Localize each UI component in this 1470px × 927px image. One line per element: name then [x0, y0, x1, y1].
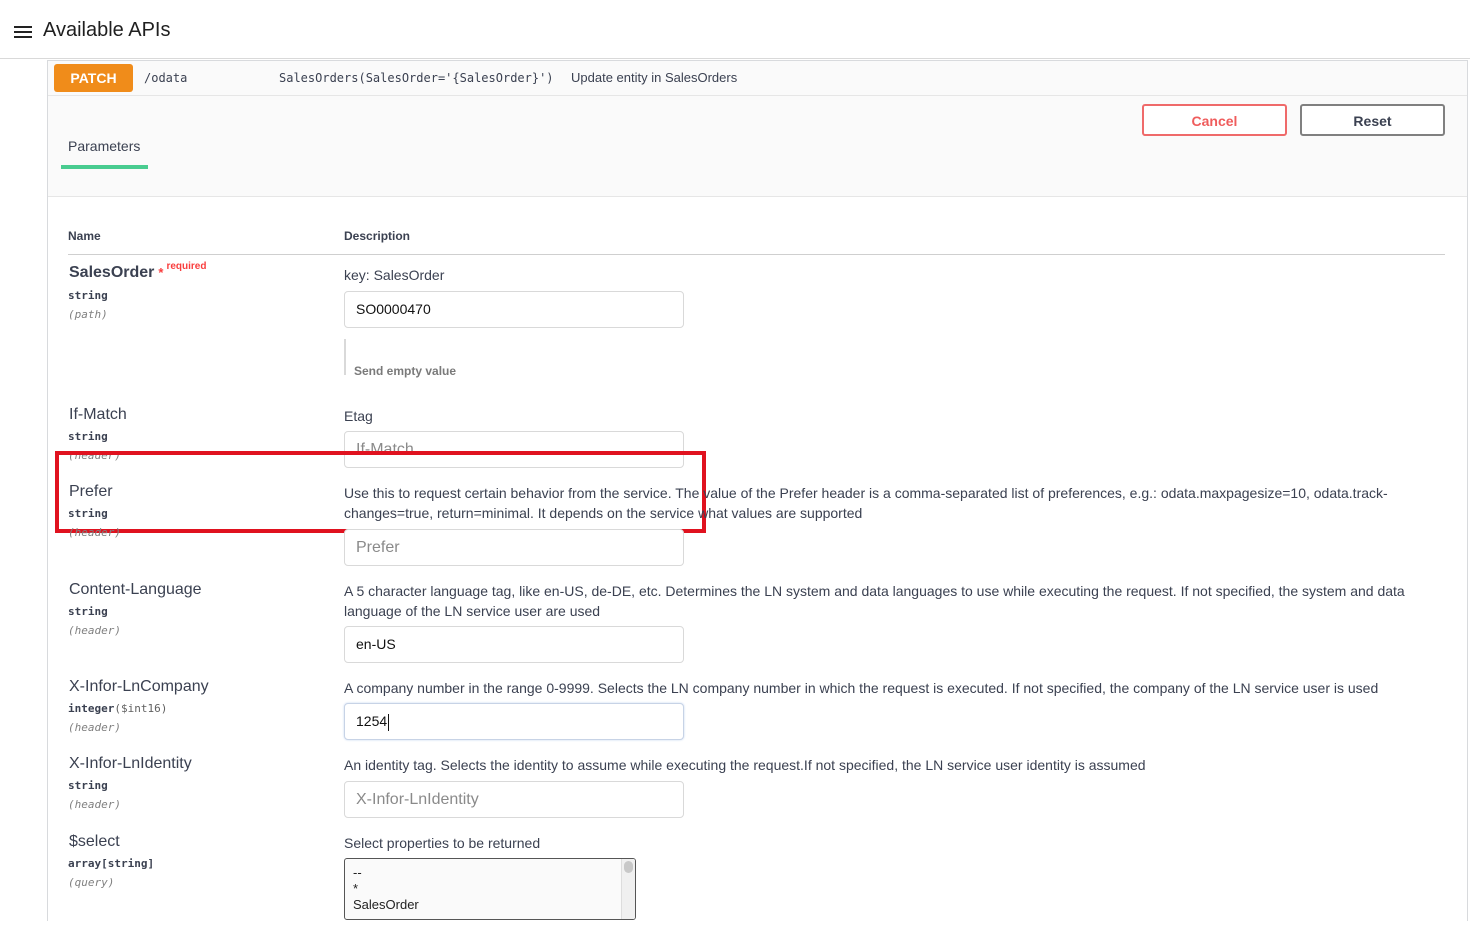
- reset-button[interactable]: Reset: [1300, 104, 1445, 136]
- param-location: (path): [68, 308, 108, 321]
- param-type-label: integer: [68, 702, 115, 715]
- param-location: (query): [68, 876, 115, 889]
- cancel-button[interactable]: Cancel: [1142, 104, 1287, 136]
- param-name-if-match: If-Match: [69, 406, 127, 423]
- column-header-name: Name: [68, 229, 101, 243]
- parameters-table: Name Description SalesOrder * required str…: [48, 196, 1467, 927]
- param-name-salesorder: SalesOrder * required: [69, 261, 207, 282]
- param-description: An identity tag. Selects the identity to…: [344, 757, 1146, 773]
- column-header-description: Description: [344, 229, 411, 243]
- param-location: (header): [68, 721, 121, 734]
- operation-path-base: /odata: [144, 71, 188, 85]
- required-star: *: [158, 265, 164, 280]
- param-description: A 5 character language tag, like en-US, …: [344, 581, 1405, 621]
- select-option[interactable]: SalesOrder: [345, 897, 635, 913]
- prefer-input[interactable]: Prefer: [344, 529, 684, 566]
- param-name-select: $select: [69, 833, 120, 850]
- param-description-line: Use this to request certain behavior fro…: [344, 485, 1388, 501]
- x-infor-lnidentity-input[interactable]: X-Infor-LnIdentity: [344, 781, 684, 818]
- required-label: required: [166, 261, 207, 272]
- select-scrollbar[interactable]: [621, 859, 635, 919]
- tab-active-indicator: [61, 165, 148, 169]
- tab-parameters[interactable]: Parameters: [68, 138, 140, 154]
- operation-path-entity: SalesOrders(SalesOrder='{SalesOrder}'): [279, 71, 554, 85]
- select-option[interactable]: *: [345, 881, 635, 897]
- param-type: string: [68, 605, 108, 618]
- content-language-input[interactable]: en-US: [344, 626, 684, 663]
- param-description: Select properties to be returned: [344, 835, 541, 851]
- scrollbar-thumb[interactable]: [624, 861, 633, 873]
- text-cursor: [388, 713, 390, 731]
- input-value: 1254: [356, 713, 388, 729]
- param-type: string: [68, 779, 108, 792]
- param-description: Use this to request certain behavior fro…: [344, 483, 1388, 523]
- param-description: A company number in the range 0-9999. Se…: [344, 680, 1379, 696]
- salesorder-input[interactable]: SO0000470: [344, 291, 684, 328]
- select-option[interactable]: --: [345, 865, 635, 881]
- param-type: string: [68, 507, 108, 520]
- param-format: ($int16): [114, 702, 168, 715]
- select-multiselect[interactable]: -- * SalesOrder: [344, 858, 636, 920]
- param-type: string: [68, 430, 108, 443]
- param-description: key: SalesOrder: [344, 267, 445, 283]
- param-description-line: language of the LN service user are used: [344, 603, 601, 619]
- param-type: array[string]: [68, 857, 155, 870]
- top-bar: Available APIs: [0, 0, 1470, 59]
- operation-summary[interactable]: PATCH /odata SalesOrders(SalesOrder='{Sa…: [48, 61, 1467, 96]
- param-description-line: A 5 character language tag, like en-US, …: [344, 583, 1405, 599]
- param-location: (header): [68, 798, 121, 811]
- param-name-label: SalesOrder: [69, 264, 155, 281]
- param-description: Etag: [344, 408, 373, 424]
- send-empty-divider: [344, 339, 346, 375]
- hamburger-menu-icon[interactable]: [14, 26, 32, 40]
- param-type: string: [68, 289, 108, 302]
- x-infor-lncompany-input[interactable]: 1254: [344, 703, 684, 740]
- operation-description: Update entity in SalesOrders: [571, 70, 738, 85]
- header-divider: [68, 254, 1445, 255]
- page-title: Available APIs: [43, 19, 171, 41]
- param-location: (header): [68, 526, 121, 539]
- param-type: integer($int16): [68, 702, 167, 715]
- param-description-line: changes=true, return=minimal. It depends…: [344, 505, 863, 521]
- param-name-content-language: Content-Language: [69, 581, 202, 598]
- param-name-x-infor-lnidentity: X-Infor-LnIdentity: [69, 755, 192, 772]
- param-name-prefer: Prefer: [69, 483, 113, 500]
- param-name-x-infor-lncompany: X-Infor-LnCompany: [69, 678, 209, 695]
- method-badge[interactable]: PATCH: [54, 64, 133, 92]
- operation-block: PATCH /odata SalesOrders(SalesOrder='{Sa…: [47, 60, 1468, 927]
- param-location: (header): [68, 624, 121, 637]
- send-empty-value-label[interactable]: Send empty value: [354, 364, 456, 378]
